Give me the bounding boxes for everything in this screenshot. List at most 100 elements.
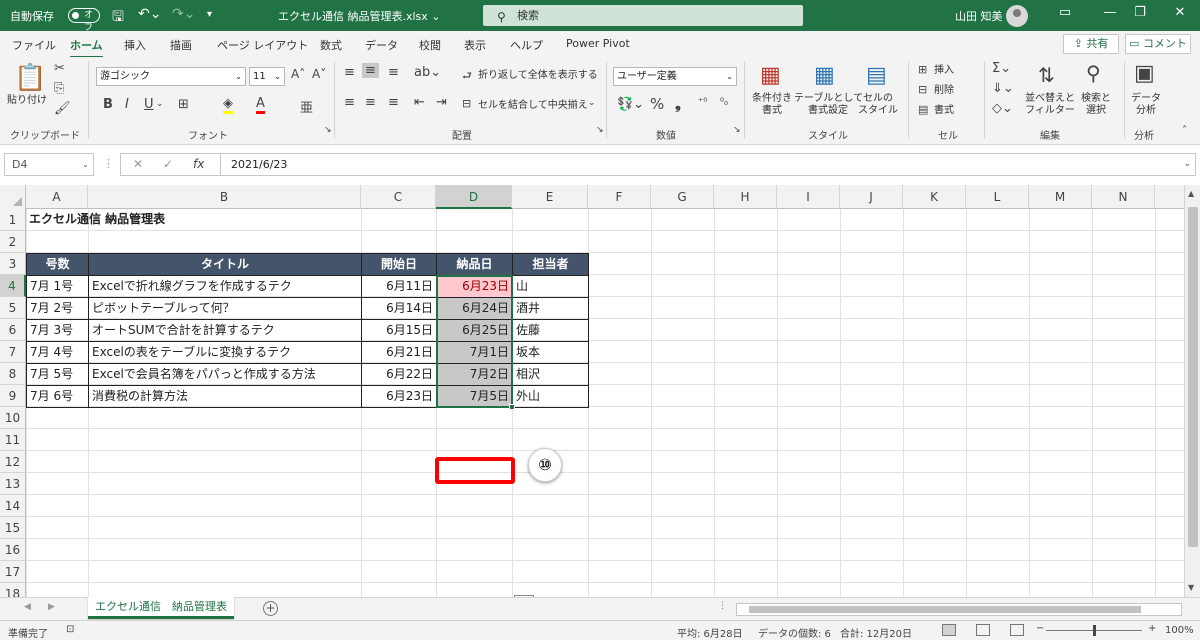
- tab-data[interactable]: データ: [365, 37, 398, 53]
- wrap-text-button[interactable]: 折り返して全体を表示する: [478, 70, 598, 82]
- bold-icon[interactable]: B: [103, 97, 113, 112]
- tab-page-layout[interactable]: ページ レイアウト: [217, 37, 308, 53]
- table-cell[interactable]: 坂本: [512, 341, 589, 364]
- format-cells-icon[interactable]: ▤: [918, 103, 928, 116]
- table-header-cell[interactable]: 担当者: [512, 253, 589, 276]
- collapse-ribbon-icon[interactable]: ˄: [1182, 125, 1187, 136]
- paste-button[interactable]: 貼り付け: [7, 95, 47, 107]
- column-header-h[interactable]: H: [714, 185, 777, 209]
- chevron-down-icon[interactable]: ⌄: [588, 98, 596, 108]
- search-box[interactable]: ⚲ 検索: [483, 5, 803, 26]
- zoom-level[interactable]: 100%: [1165, 625, 1194, 636]
- customize-qat-icon[interactable]: ▾: [207, 9, 212, 20]
- align-left-icon[interactable]: ≡: [344, 95, 355, 110]
- table-cell[interactable]: 7月5日: [436, 385, 513, 408]
- next-sheet-icon[interactable]: ▶: [48, 602, 55, 612]
- table-cell[interactable]: Excelで折れ線グラフを作成するテク: [88, 275, 362, 298]
- row-header-15[interactable]: 15: [0, 517, 26, 539]
- sort-filter-button[interactable]: 並べ替えと フィルター: [1024, 93, 1076, 117]
- italic-icon[interactable]: I: [125, 97, 129, 112]
- zoom-out-icon[interactable]: −: [1036, 623, 1044, 634]
- cut-icon[interactable]: ✂: [54, 61, 65, 76]
- insert-cells-icon[interactable]: ⊞: [918, 63, 927, 76]
- row-header-4[interactable]: 4: [0, 275, 26, 297]
- column-header-c[interactable]: C: [361, 185, 436, 209]
- wrap-text-icon[interactable]: ⮐: [462, 67, 472, 86]
- underline-icon[interactable]: U: [144, 97, 154, 112]
- table-cell[interactable]: 6月14日: [361, 297, 437, 320]
- table-cell[interactable]: 6月22日: [361, 363, 437, 386]
- table-cell[interactable]: 7月 5号: [26, 363, 89, 386]
- enter-icon[interactable]: ✓: [163, 157, 173, 171]
- vertical-scrollbar[interactable]: ▲ ▼: [1184, 185, 1200, 597]
- avatar[interactable]: [1006, 5, 1028, 27]
- tab-insert[interactable]: 挿入: [124, 37, 146, 53]
- table-cell[interactable]: 酒井: [512, 297, 589, 320]
- column-header-e[interactable]: E: [512, 185, 588, 209]
- grow-font-icon[interactable]: A˄: [291, 67, 305, 81]
- row-header-7[interactable]: 7: [0, 341, 26, 363]
- dialog-launcher-icon[interactable]: ↘: [596, 125, 604, 135]
- tab-view[interactable]: 表示: [464, 37, 486, 53]
- prev-sheet-icon[interactable]: ◀: [24, 602, 31, 612]
- tab-draw[interactable]: 描画: [170, 37, 192, 53]
- column-header-f[interactable]: F: [588, 185, 651, 209]
- table-cell[interactable]: Excelで会員名簿をパパっと作成する方法: [88, 363, 362, 386]
- table-cell[interactable]: 7月 6号: [26, 385, 89, 408]
- insert-function-icon[interactable]: fx: [193, 157, 204, 171]
- table-header-cell[interactable]: タイトル: [88, 253, 362, 276]
- format-as-table-button[interactable]: テーブルとして 書式設定: [794, 93, 863, 117]
- format-as-table-icon[interactable]: ▦: [814, 63, 835, 88]
- font-name-combo[interactable]: 游ゴシック ⌄: [96, 67, 246, 86]
- undo-icon[interactable]: ↶⌄: [138, 6, 161, 22]
- shrink-font-icon[interactable]: A˅: [312, 67, 326, 81]
- merge-icon[interactable]: ⊟: [462, 97, 471, 110]
- column-header-a[interactable]: A: [26, 185, 88, 209]
- status-count[interactable]: データの個数: 6: [758, 625, 831, 640]
- column-header-n[interactable]: N: [1092, 185, 1155, 209]
- number-format-combo[interactable]: ユーザー定義 ⌄: [613, 67, 737, 86]
- table-cell[interactable]: 7月1日: [436, 341, 513, 364]
- formula-input[interactable]: 2021/6/23 ⌄: [220, 153, 1196, 176]
- table-cell[interactable]: 6月23日: [361, 385, 437, 408]
- comma-style-icon[interactable]: ❟: [675, 95, 681, 113]
- zoom-slider[interactable]: [1046, 625, 1142, 636]
- table-cell[interactable]: 7月 3号: [26, 319, 89, 342]
- sort-filter-icon[interactable]: ⇅: [1038, 63, 1055, 87]
- find-select-button[interactable]: 検索と 選択: [1076, 93, 1116, 117]
- column-header-k[interactable]: K: [903, 185, 966, 209]
- row-header-5[interactable]: 5: [0, 297, 26, 319]
- row-header-12[interactable]: 12: [0, 451, 26, 473]
- table-cell[interactable]: 佐藤: [512, 319, 589, 342]
- fill-color-icon[interactable]: ◈: [223, 97, 233, 114]
- fill-icon[interactable]: ⇓⌄: [992, 81, 1014, 96]
- dialog-launcher-icon[interactable]: ↘: [324, 125, 332, 135]
- percent-icon[interactable]: %: [650, 95, 664, 113]
- tab-formulas[interactable]: 数式: [320, 37, 342, 53]
- cell-styles-button[interactable]: セルの スタイル: [854, 93, 902, 117]
- find-select-icon[interactable]: ⚲: [1086, 61, 1101, 85]
- align-bottom-icon[interactable]: ≡: [388, 65, 399, 80]
- column-header-m[interactable]: M: [1029, 185, 1092, 209]
- delete-cells-icon[interactable]: ⊟: [918, 83, 927, 96]
- page-break-view-icon[interactable]: [1010, 624, 1024, 636]
- insert-cells-button[interactable]: 挿入: [934, 65, 954, 77]
- decrease-decimal-icon[interactable]: ⁰₀: [720, 97, 728, 108]
- table-cell[interactable]: 外山: [512, 385, 589, 408]
- align-middle-icon[interactable]: ≡: [362, 63, 379, 78]
- table-cell[interactable]: 7月2日: [436, 363, 513, 386]
- table-cell[interactable]: 6月11日: [361, 275, 437, 298]
- column-header-b[interactable]: B: [88, 185, 361, 209]
- restore-icon[interactable]: ❐: [1120, 5, 1160, 20]
- table-header-cell[interactable]: 号数: [26, 253, 89, 276]
- table-header-cell[interactable]: 開始日: [361, 253, 437, 276]
- status-sum[interactable]: 合計: 12月20日: [840, 625, 912, 640]
- row-header-16[interactable]: 16: [0, 539, 26, 561]
- row-header-3[interactable]: 3: [0, 253, 26, 275]
- tab-home[interactable]: ホーム: [70, 37, 103, 59]
- table-cell[interactable]: 6月24日: [436, 297, 513, 320]
- user-name[interactable]: 山田 知美: [955, 8, 1003, 24]
- column-header-g[interactable]: G: [651, 185, 714, 209]
- merge-center-button[interactable]: セルを結合して中央揃え: [478, 100, 588, 112]
- decrease-indent-icon[interactable]: ⇤: [414, 95, 425, 110]
